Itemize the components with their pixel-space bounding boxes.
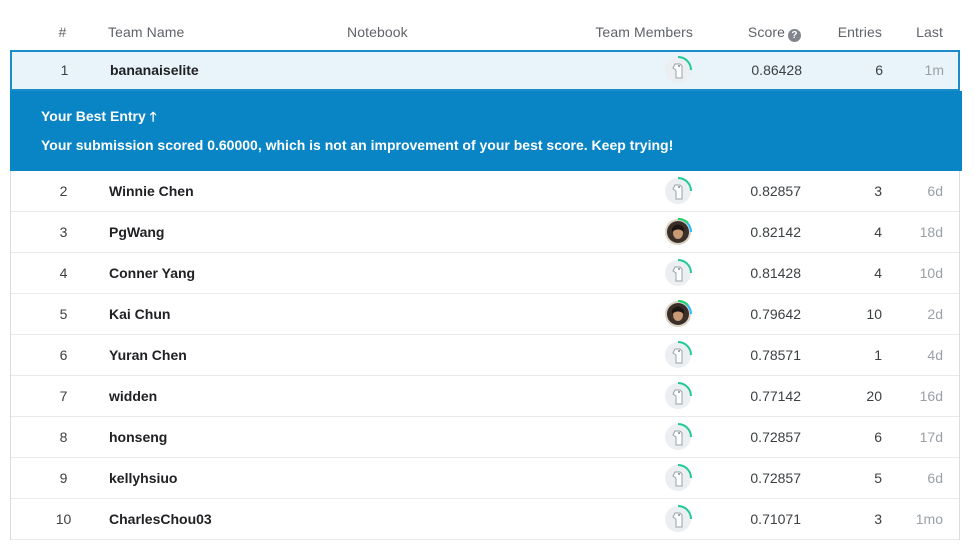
table-row[interactable]: 8 honseng 0.72857 6 17d [11,417,959,458]
score-cell: 0.82857 [750,183,801,199]
last-cell: 1m [924,62,944,78]
entries-cell: 3 [874,511,882,527]
rank-cell: 1 [60,62,69,78]
team-name-link[interactable]: Conner Yang [109,253,195,294]
entries-cell: 4 [874,224,882,240]
table-row[interactable]: 5 Kai Chun 0.79642 10 2d [11,294,959,335]
photo-avatar-icon[interactable] [664,218,692,246]
team-name-link[interactable]: kellyhsiuo [109,458,177,499]
last-cell: 2d [927,306,943,322]
table-row[interactable]: 10 CharlesChou03 0.71071 3 1mo [11,499,959,540]
entries-cell: 6 [875,62,883,78]
table-row[interactable]: 7 widden 0.77142 20 16d [11,376,959,417]
header-rank[interactable]: # [10,24,115,40]
entries-cell: 10 [866,306,882,322]
score-cell: 0.78571 [750,347,801,363]
default-avatar-icon[interactable] [664,464,692,492]
header-last[interactable]: Last [890,24,943,40]
default-avatar-icon[interactable] [664,382,692,410]
banner-title: Your Best Entry 🡑 [41,108,157,130]
arrow-up-icon: 🡑 [149,109,157,124]
team-name-link[interactable]: widden [109,376,157,417]
last-cell: 18d [919,224,943,240]
score-cell: 0.86428 [751,62,802,78]
table-row[interactable]: 9 kellyhsiuo 0.72857 5 6d [11,458,959,499]
default-avatar-icon[interactable] [664,259,692,287]
table-row[interactable]: 3 PgWang 0.82142 4 18d [11,212,959,253]
last-cell: 4d [927,347,943,363]
header-notebook[interactable]: Notebook [347,24,408,40]
rank-cell: 7 [59,388,68,404]
entries-cell: 3 [874,183,882,199]
team-name-link[interactable]: Kai Chun [109,294,170,335]
rank-cell: 3 [59,224,68,240]
default-avatar-icon[interactable] [664,423,692,451]
team-name-link[interactable]: bananaiselite [110,52,199,89]
table-row[interactable]: 6 Yuran Chen 0.78571 1 4d [11,335,959,376]
header-score[interactable]: Score? [710,24,801,42]
entries-cell: 20 [866,388,882,404]
table-row[interactable]: 4 Conner Yang 0.81428 4 10d [11,253,959,294]
header-score-label: Score [747,24,785,40]
entries-cell: 6 [874,429,882,445]
rank-cell: 8 [59,429,68,445]
header-team-name[interactable]: Team Name [108,24,184,40]
entries-cell: 4 [874,265,882,281]
score-cell: 0.81428 [750,265,801,281]
default-avatar-icon[interactable] [664,505,692,533]
last-cell: 6d [927,183,943,199]
team-name-link[interactable]: CharlesChou03 [109,499,212,540]
leaderboard-header: # Team Name Notebook Team Members Score?… [10,14,960,50]
photo-avatar-icon[interactable] [664,300,692,328]
submission-banner: Your Best Entry 🡑 Your submission scored … [10,91,962,171]
banner-title-text: Your Best Entry [41,108,146,124]
rank-cell: 10 [55,511,72,527]
last-cell: 10d [919,265,943,281]
team-name-link[interactable]: Yuran Chen [109,335,187,376]
last-cell: 6d [927,470,943,486]
team-name-link[interactable]: honseng [109,417,167,458]
entries-cell: 1 [874,347,882,363]
leaderboard-table: 1 bananaiselite 0.86428 6 1m Your Best E… [10,50,962,540]
score-cell: 0.79642 [750,306,801,322]
default-avatar-icon[interactable] [664,177,692,205]
team-name-link[interactable]: PgWang [109,212,164,253]
score-cell: 0.72857 [750,470,801,486]
last-cell: 16d [919,388,943,404]
team-name-link[interactable]: Winnie Chen [109,171,194,212]
score-cell: 0.77142 [750,388,801,404]
last-cell: 1mo [915,511,943,527]
score-cell: 0.71071 [750,511,801,527]
banner-message: Your submission scored 0.60000, which is… [41,137,674,153]
rank-cell: 5 [59,306,68,322]
table-row[interactable]: 2 Winnie Chen 0.82857 3 6d [11,171,959,212]
entries-cell: 5 [874,470,882,486]
default-avatar-icon[interactable] [664,56,692,84]
header-team-members[interactable]: Team Members [570,24,693,40]
score-cell: 0.72857 [750,429,801,445]
rank-cell: 4 [59,265,68,281]
last-cell: 17d [919,429,943,445]
help-icon[interactable]: ? [788,29,801,42]
default-avatar-icon[interactable] [664,341,692,369]
rank-cell: 6 [59,347,68,363]
header-entries[interactable]: Entries [810,24,882,40]
rank-cell: 9 [59,470,68,486]
score-cell: 0.82142 [750,224,801,240]
rank-cell: 2 [59,183,68,199]
table-row-current-team[interactable]: 1 bananaiselite 0.86428 6 1m [10,50,960,91]
